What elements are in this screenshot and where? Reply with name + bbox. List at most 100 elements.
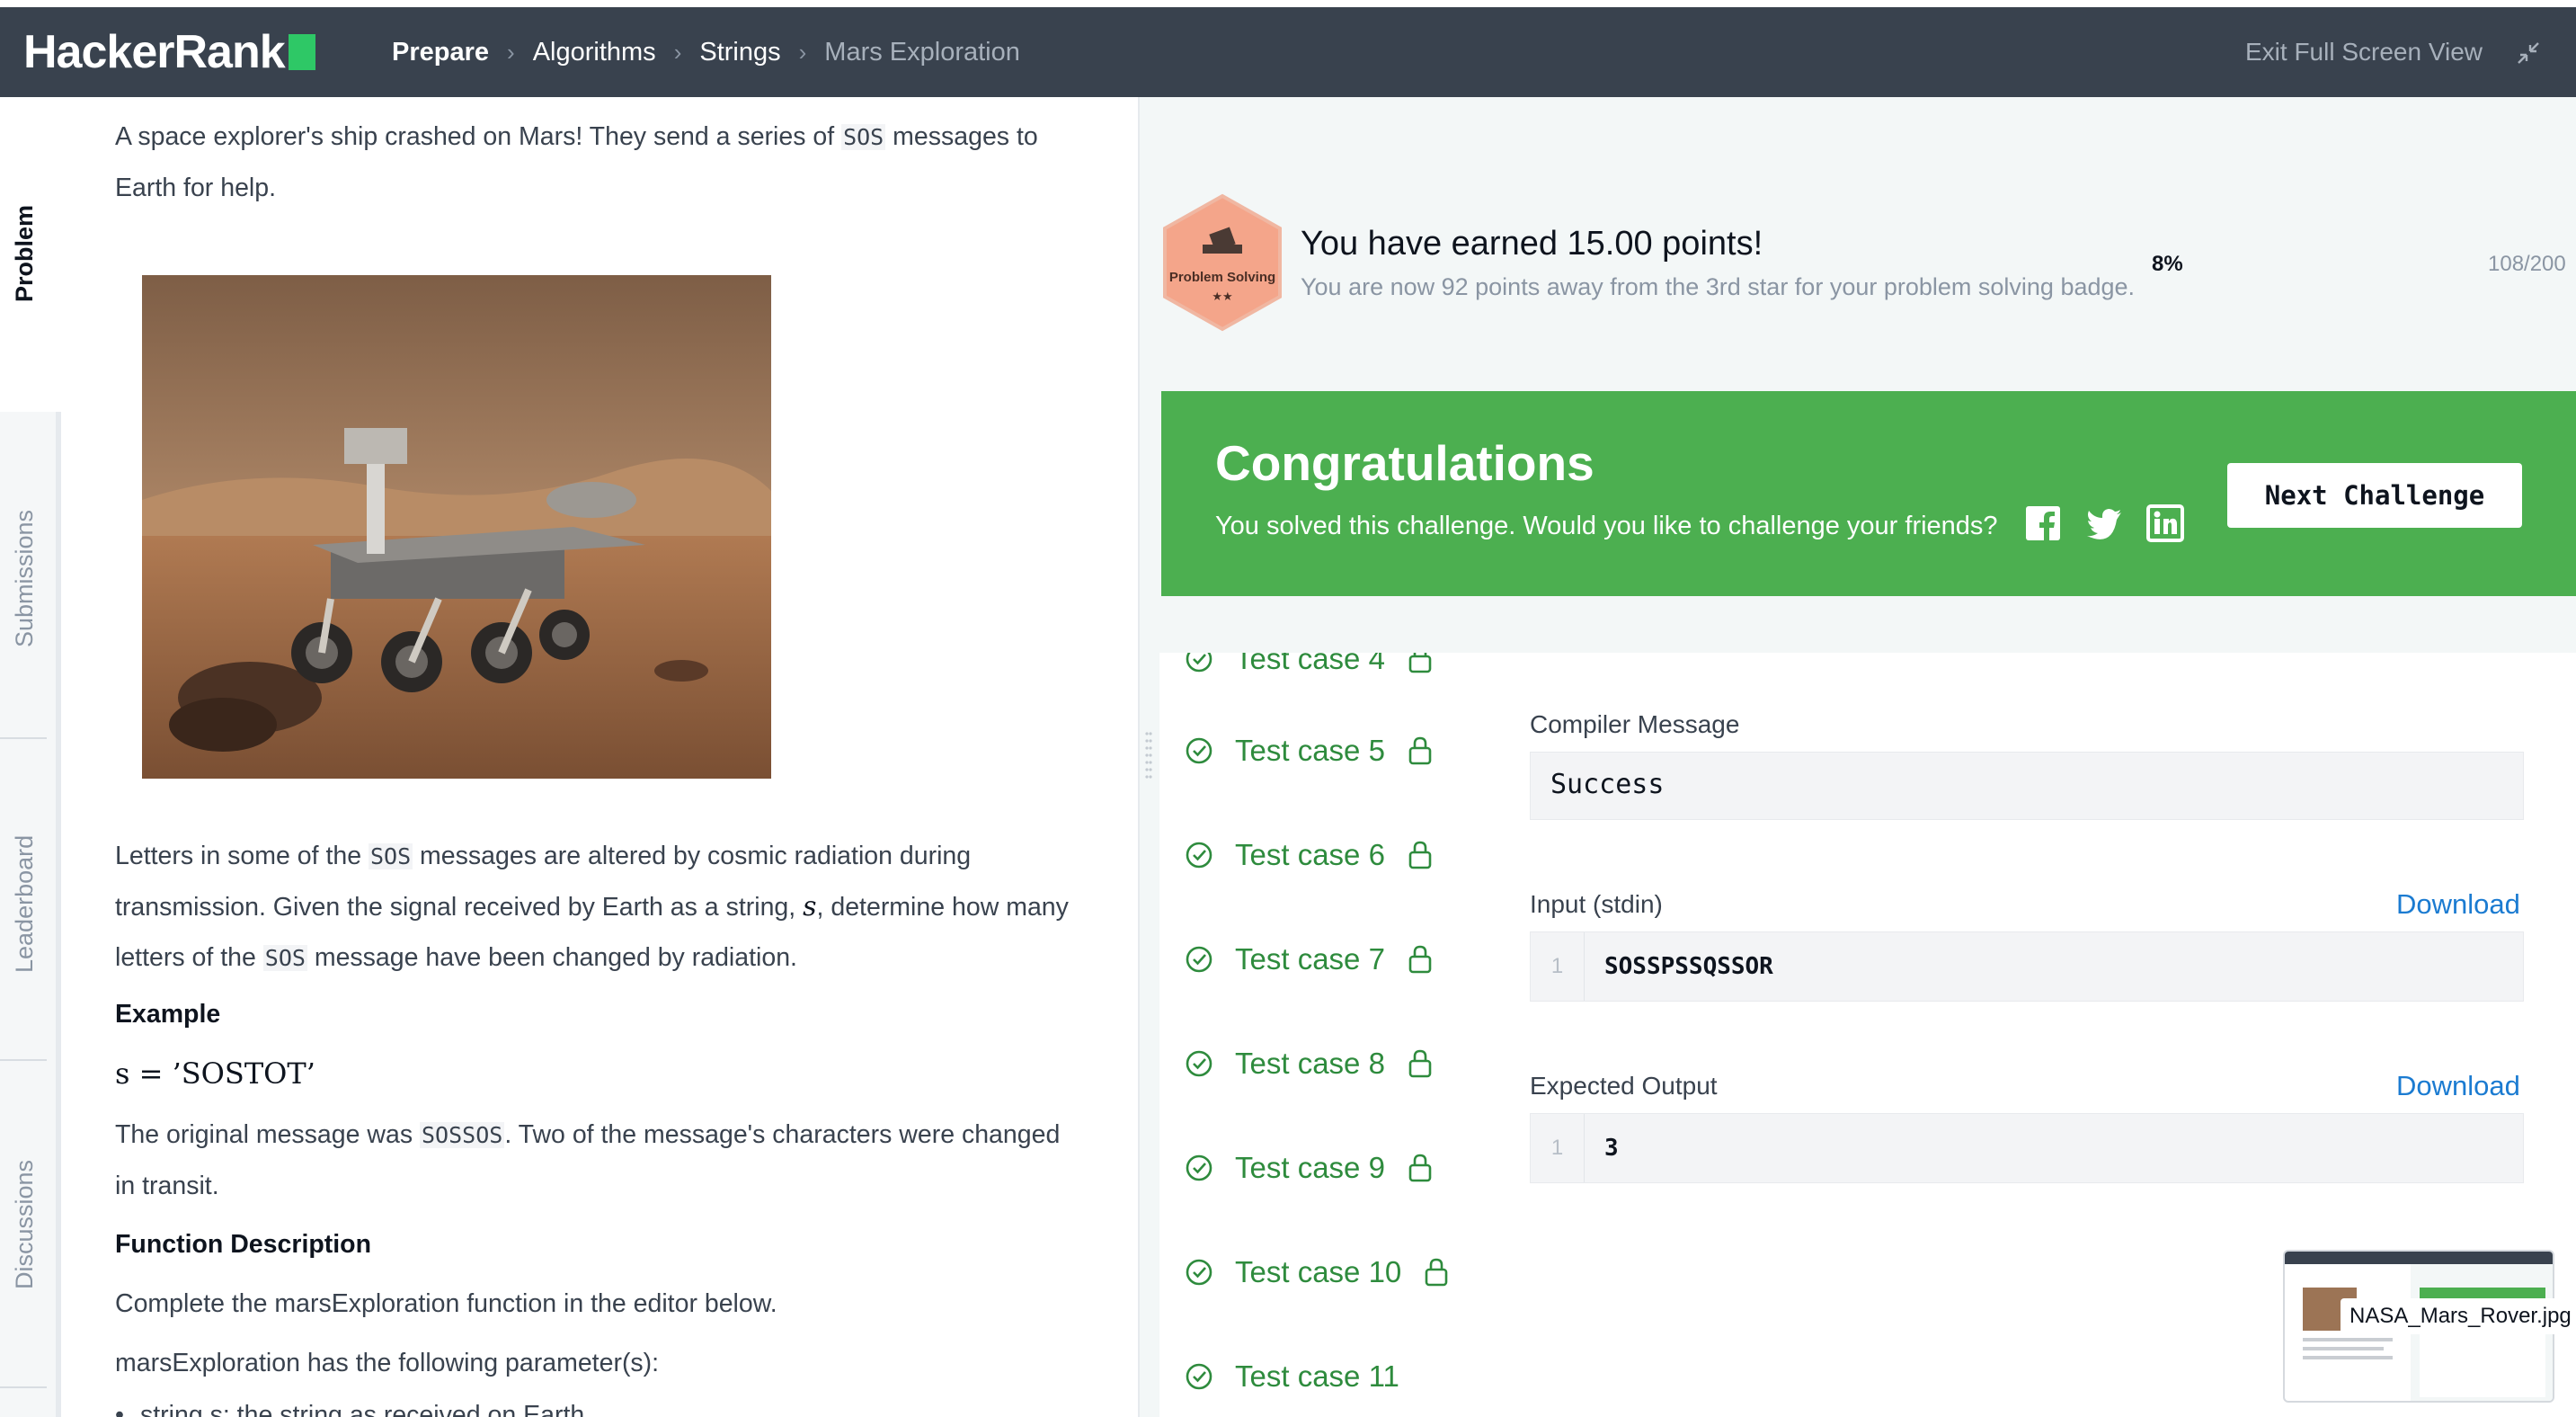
lock-icon [1408, 653, 1432, 673]
check-circle-icon [1186, 1154, 1212, 1181]
math-variable: s [803, 891, 817, 922]
next-challenge-button[interactable]: Next Challenge [2227, 463, 2522, 528]
linkedin-icon[interactable] [2146, 504, 2184, 542]
lock-icon [1408, 841, 1432, 869]
breadcrumb-prepare[interactable]: Prepare [392, 38, 489, 67]
facebook-icon[interactable] [2024, 504, 2062, 542]
example-heading: Example [115, 1000, 221, 1029]
problem-text: Letters in some of the [115, 842, 369, 870]
input-download-link[interactable]: Download [2396, 888, 2520, 921]
tab-divider [0, 1386, 47, 1388]
line-number: 1 [1531, 932, 1585, 1001]
badge-stars: ★★ [1212, 290, 1233, 303]
input-box: 1 SOSSPSSQSSOR [1530, 931, 2524, 1002]
drag-handle-icon[interactable] [1145, 728, 1152, 791]
test-case-label: Test case 10 [1235, 1255, 1402, 1288]
progress-percent: 8% [2152, 252, 2183, 276]
parameter-bullet: • string s: the string as received on Ear… [115, 1390, 1086, 1417]
check-circle-icon [1186, 842, 1212, 869]
top-navbar: HackerRank Prepare › Algorithms › String… [0, 7, 2576, 97]
dragged-file-name: NASA_Mars_Rover.jpg [2341, 1298, 2576, 1334]
logo-mark-icon [288, 34, 315, 70]
test-case-item[interactable]: Test case 8 [1185, 1041, 1455, 1086]
example-math: s = ’SOSTOT’ [115, 1056, 315, 1091]
chevron-right-icon: › [507, 38, 515, 66]
check-circle-icon [1186, 653, 1212, 673]
inline-code: SOS [841, 124, 886, 150]
lock-icon [1408, 736, 1432, 765]
problem-text: The original message was [115, 1120, 420, 1149]
test-case-label: Test case 4 [1235, 653, 1385, 675]
points-earned-title: You have earned 15.00 points! [1301, 225, 1763, 263]
function-description-text: Complete the marsExploration function in… [115, 1289, 777, 1318]
expected-output-value: 3 [1604, 1135, 1619, 1162]
hackerrank-logo[interactable]: HackerRank [23, 25, 315, 79]
expected-output-label: Expected Output [1530, 1072, 1718, 1100]
chevron-right-icon: › [673, 38, 682, 66]
lock-icon [1408, 945, 1432, 974]
output-download-link[interactable]: Download [2396, 1070, 2520, 1102]
test-case-item[interactable]: Test case 4 [1185, 653, 1455, 682]
inline-code: SOSSOS [420, 1122, 505, 1148]
test-case-item[interactable]: Test case 6 [1185, 833, 1455, 878]
check-circle-icon [1186, 1050, 1212, 1077]
collapse-fullscreen-icon[interactable] [2513, 38, 2544, 68]
test-case-item[interactable]: Test case 7 [1185, 937, 1455, 982]
mars-rover-illustration [142, 275, 771, 779]
tab-discussions[interactable]: Discussions [11, 1160, 39, 1289]
test-case-label: Test case 9 [1235, 1151, 1385, 1184]
problem-solving-badge-icon [1163, 193, 1282, 332]
twitter-icon[interactable] [2085, 504, 2123, 542]
bullet-text: string s: the string as received on Eart… [139, 1401, 585, 1417]
breadcrumb-algorithms[interactable]: Algorithms [533, 38, 656, 67]
test-case-item[interactable]: Test case 5 [1185, 728, 1455, 773]
check-circle-icon [1186, 1363, 1212, 1390]
problem-intro: A space explorer's ship crashed on Mars!… [115, 111, 1086, 213]
test-case-item[interactable]: Test case 10 [1185, 1250, 1471, 1295]
tab-submissions[interactable]: Submissions [11, 510, 39, 647]
test-case-item[interactable]: Test case 9 [1185, 1145, 1455, 1190]
breadcrumb: Prepare › Algorithms › Strings › Mars Ex… [392, 34, 1020, 70]
test-case-label: Test case 8 [1235, 1047, 1385, 1080]
test-case-item[interactable]: Test case 11 [1185, 1354, 1399, 1399]
bullet-icon: • [115, 1401, 124, 1417]
problem-text: message have been changed by radiation. [306, 943, 797, 972]
lock-icon [1425, 1258, 1448, 1287]
input-value: SOSSPSSQSSOR [1604, 953, 1773, 980]
breadcrumb-current: Mars Exploration [824, 37, 1020, 67]
compiler-message-label: Compiler Message [1530, 710, 1740, 738]
badge-label: Problem Solving [1168, 270, 1276, 285]
points-away-subtitle: You are now 92 points away from the 3rd … [1301, 273, 2136, 300]
test-case-label: Test case 6 [1235, 838, 1385, 871]
mars-rover-image [142, 275, 771, 779]
tab-rail [56, 412, 61, 1417]
check-circle-icon [1186, 946, 1212, 973]
expected-output-box: 1 3 [1530, 1113, 2524, 1183]
lock-icon [1408, 1154, 1432, 1182]
tab-divider [0, 1059, 47, 1061]
problem-intro-text: A space explorer's ship crashed on Mars!… [115, 122, 842, 151]
breadcrumb-strings[interactable]: Strings [699, 38, 780, 67]
progress-count: 108/200 [2488, 252, 2566, 276]
congratulations-title: Congratulations [1215, 435, 1594, 491]
exit-fullscreen-link[interactable]: Exit Full Screen View [2245, 38, 2483, 67]
test-case-label: Test case 5 [1235, 734, 1385, 767]
problem-description: Letters in some of the SOS messages are … [115, 831, 1086, 984]
compiler-message-box: Success [1530, 752, 2524, 820]
function-description-heading: Function Description [115, 1230, 371, 1259]
congratulations-banner: Congratulations You solved this challeng… [1161, 391, 2576, 596]
tab-divider [0, 737, 47, 739]
tab-leaderboard[interactable]: Leaderboard [11, 835, 39, 973]
logo-text: HackerRank [23, 26, 286, 78]
input-label: Input (stdin) [1530, 890, 1663, 918]
congratulations-text: You solved this challenge. Would you lik… [1215, 512, 1998, 540]
window-top-strip [0, 0, 2576, 7]
test-case-label: Test case 11 [1235, 1359, 1399, 1393]
compiler-message-value: Success [1550, 769, 1665, 800]
chevron-right-icon: › [798, 38, 807, 66]
tab-problem[interactable]: Problem [11, 205, 39, 302]
example-explanation: The original message was SOSSOS. Two of … [115, 1110, 1086, 1211]
test-case-label: Test case 7 [1235, 942, 1385, 976]
check-circle-icon [1186, 1259, 1212, 1286]
parameters-text: marsExploration has the following parame… [115, 1349, 660, 1377]
